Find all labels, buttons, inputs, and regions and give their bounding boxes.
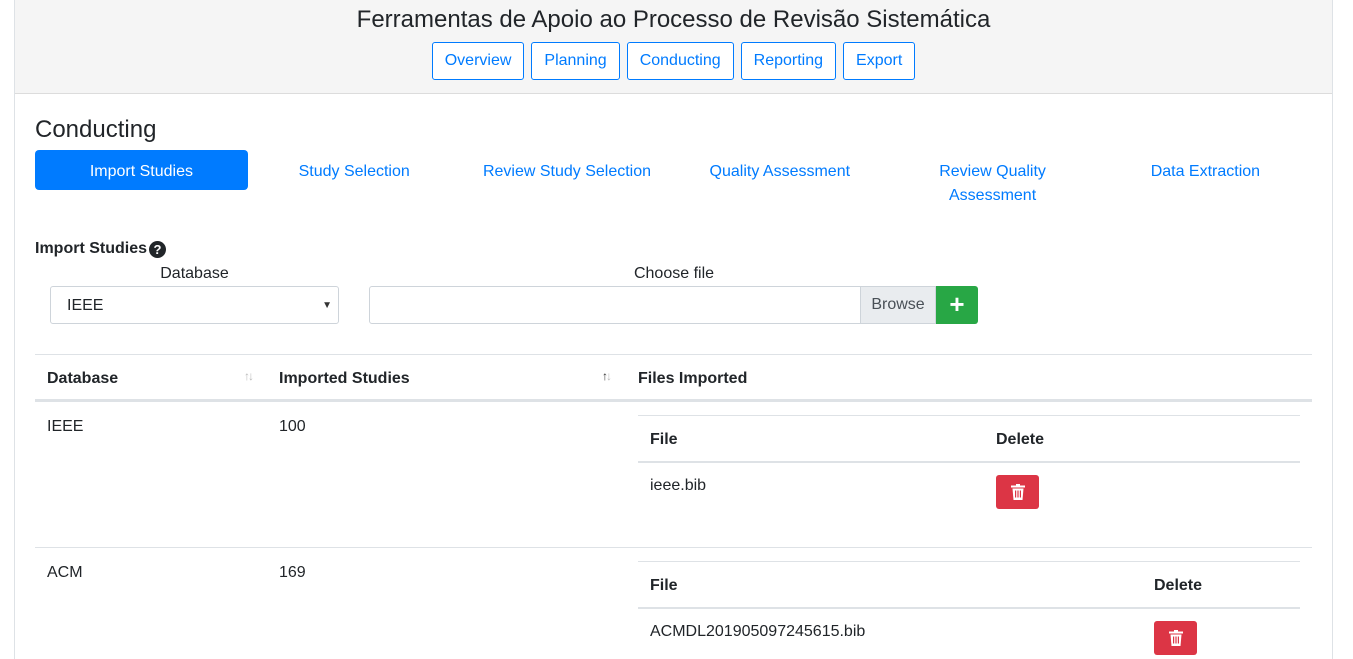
caret-down-icon: ▼ <box>322 300 332 311</box>
files-table: File Delete ACMDL201905097245615.bib <box>638 561 1300 659</box>
nav-planning-button[interactable]: Planning <box>531 42 620 80</box>
col-database-header[interactable]: Database <box>47 370 118 388</box>
tab-study-selection[interactable]: Study Selection <box>248 150 461 190</box>
table-header: Database ↑↓ Imported Studies ↑↓ Files Im… <box>35 354 1312 402</box>
nav-overview-button[interactable]: Overview <box>431 42 525 80</box>
tab-review-study-selection[interactable]: Review Study Selection <box>461 150 674 190</box>
sort-icon[interactable]: ↑↓ <box>244 369 254 383</box>
top-nav: Overview Planning Conducting Reporting E… <box>15 42 1332 80</box>
phase-tabs: Import Studies Study Selection Review St… <box>35 150 1312 204</box>
files-table-header: File Delete <box>638 561 1300 609</box>
import-studies-label: Import Studies <box>35 240 148 257</box>
files-table: File Delete ieee.bib <box>638 415 1300 523</box>
browse-button[interactable]: Browse <box>860 286 936 324</box>
app-title: Ferramentas de Apoio ao Processo de Revi… <box>356 6 991 33</box>
nav-export-button[interactable]: Export <box>843 42 916 80</box>
sort-asc-icon[interactable]: ↑↓ <box>602 369 612 383</box>
delete-file-button[interactable] <box>1154 621 1197 655</box>
col-imported-studies-header[interactable]: Imported Studies <box>279 370 410 388</box>
delete-file-button[interactable] <box>996 475 1039 509</box>
choose-file-label: Choose file <box>633 265 715 282</box>
tab-data-extraction[interactable]: Data Extraction <box>1099 150 1312 190</box>
import-studies-heading: Import Studies ? <box>35 240 167 258</box>
tab-import-studies[interactable]: Import Studies <box>35 150 248 190</box>
row-imported-count: 169 <box>279 564 306 581</box>
tab-review-quality-assessment-label: Review Quality Assessment <box>939 163 1046 204</box>
plus-icon: + <box>949 289 965 319</box>
imports-table: Database ↑↓ Imported Studies ↑↓ Files Im… <box>35 354 1312 659</box>
tab-review-quality-assessment[interactable]: Review Quality Assessment <box>886 150 1099 204</box>
tab-quality-assessment[interactable]: Quality Assessment <box>673 150 886 190</box>
file-row: ACMDL201905097245615.bib <box>638 609 1300 659</box>
page-title: Conducting <box>35 116 157 143</box>
nav-conducting-button[interactable]: Conducting <box>626 42 734 80</box>
col-delete-header: Delete <box>1154 577 1203 594</box>
trash-icon <box>1010 484 1025 500</box>
file-input[interactable] <box>369 286 936 324</box>
add-file-button[interactable]: + <box>936 286 978 324</box>
trash-icon <box>1168 630 1183 646</box>
col-file-header: File <box>650 431 678 448</box>
nav-reporting-button[interactable]: Reporting <box>740 42 837 80</box>
table-row: IEEE 100 File Delete ieee.bib <box>35 402 1312 548</box>
app-frame: Ferramentas de Apoio ao Processo de Revi… <box>14 0 1333 659</box>
row-imported-count: 100 <box>279 418 306 435</box>
col-file-header: File <box>650 577 678 594</box>
file-name: ieee.bib <box>650 477 707 494</box>
file-name: ACMDL201905097245615.bib <box>650 623 866 640</box>
app-header: Ferramentas de Apoio ao Processo de Revi… <box>15 0 1332 94</box>
question-circle-icon[interactable]: ? <box>149 240 167 258</box>
row-database: IEEE <box>47 418 84 435</box>
col-files-imported-header: Files Imported <box>638 370 748 387</box>
file-row: ieee.bib <box>638 463 1300 523</box>
database-label: Database <box>160 265 229 282</box>
files-table-header: File Delete <box>638 415 1300 463</box>
table-row: ACM 169 File Delete ACMDL201905097245615… <box>35 548 1312 659</box>
database-select-value: IEEE <box>67 297 104 314</box>
col-delete-header: Delete <box>996 431 1045 448</box>
database-select[interactable]: IEEE ▼ <box>50 286 339 324</box>
row-database: ACM <box>47 564 83 581</box>
